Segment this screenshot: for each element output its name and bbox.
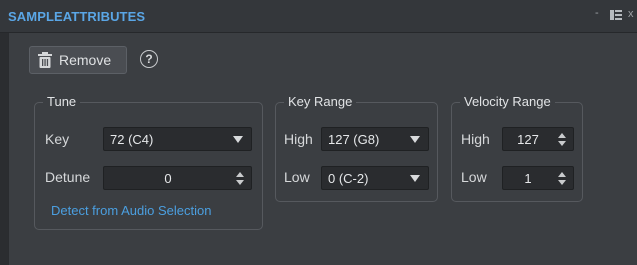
spin-arrows-icon[interactable] [236,170,244,186]
remove-button-label: Remove [59,52,112,68]
detect-from-audio-selection-link[interactable]: Detect from Audio Selection [51,203,211,218]
key-range-high-label: High [284,131,313,147]
chevron-down-icon [410,136,420,143]
velocity-high-spinner[interactable]: 127 [502,127,574,151]
key-range-group-title: Key Range [284,94,357,109]
panel-title: SAMPLEATTRIBUTES [8,9,146,24]
detune-spinner-value: 0 [164,171,172,186]
key-range-high-value: 127 (G8) [328,132,380,147]
chevron-down-icon [410,175,420,182]
velocity-high-label: High [461,131,490,147]
key-dropdown[interactable]: 72 (C4) [103,127,252,151]
spin-arrows-icon[interactable] [558,131,566,147]
key-label: Key [45,131,70,147]
detune-label: Detune [45,169,91,185]
panel-layout-icon[interactable] [610,10,622,20]
panel-titlebar: SAMPLEATTRIBUTES - x [0,0,637,33]
remove-button[interactable]: Remove [29,46,127,74]
velocity-low-value: 1 [524,171,532,186]
key-range-high-dropdown[interactable]: 127 (G8) [321,127,429,151]
velocity-low-spinner[interactable]: 1 [502,166,574,190]
velocity-high-value: 127 [517,132,539,147]
spin-arrows-icon[interactable] [558,170,566,186]
key-range-low-dropdown[interactable]: 0 (C-2) [321,166,429,190]
key-range-low-value: 0 (C-2) [328,171,369,186]
tune-group-title: Tune [43,94,81,109]
trash-icon [38,52,52,68]
key-range-low-label: Low [284,169,310,185]
velocity-low-label: Low [461,169,487,185]
help-icon[interactable]: ? [140,50,158,68]
detune-spinner[interactable]: 0 [103,166,252,190]
minimize-icon[interactable]: - [595,7,599,19]
key-dropdown-value: 72 (C4) [110,132,154,147]
close-icon[interactable]: x [628,8,634,20]
chevron-down-icon [233,136,243,143]
velocity-range-group-title: Velocity Range [460,94,555,109]
